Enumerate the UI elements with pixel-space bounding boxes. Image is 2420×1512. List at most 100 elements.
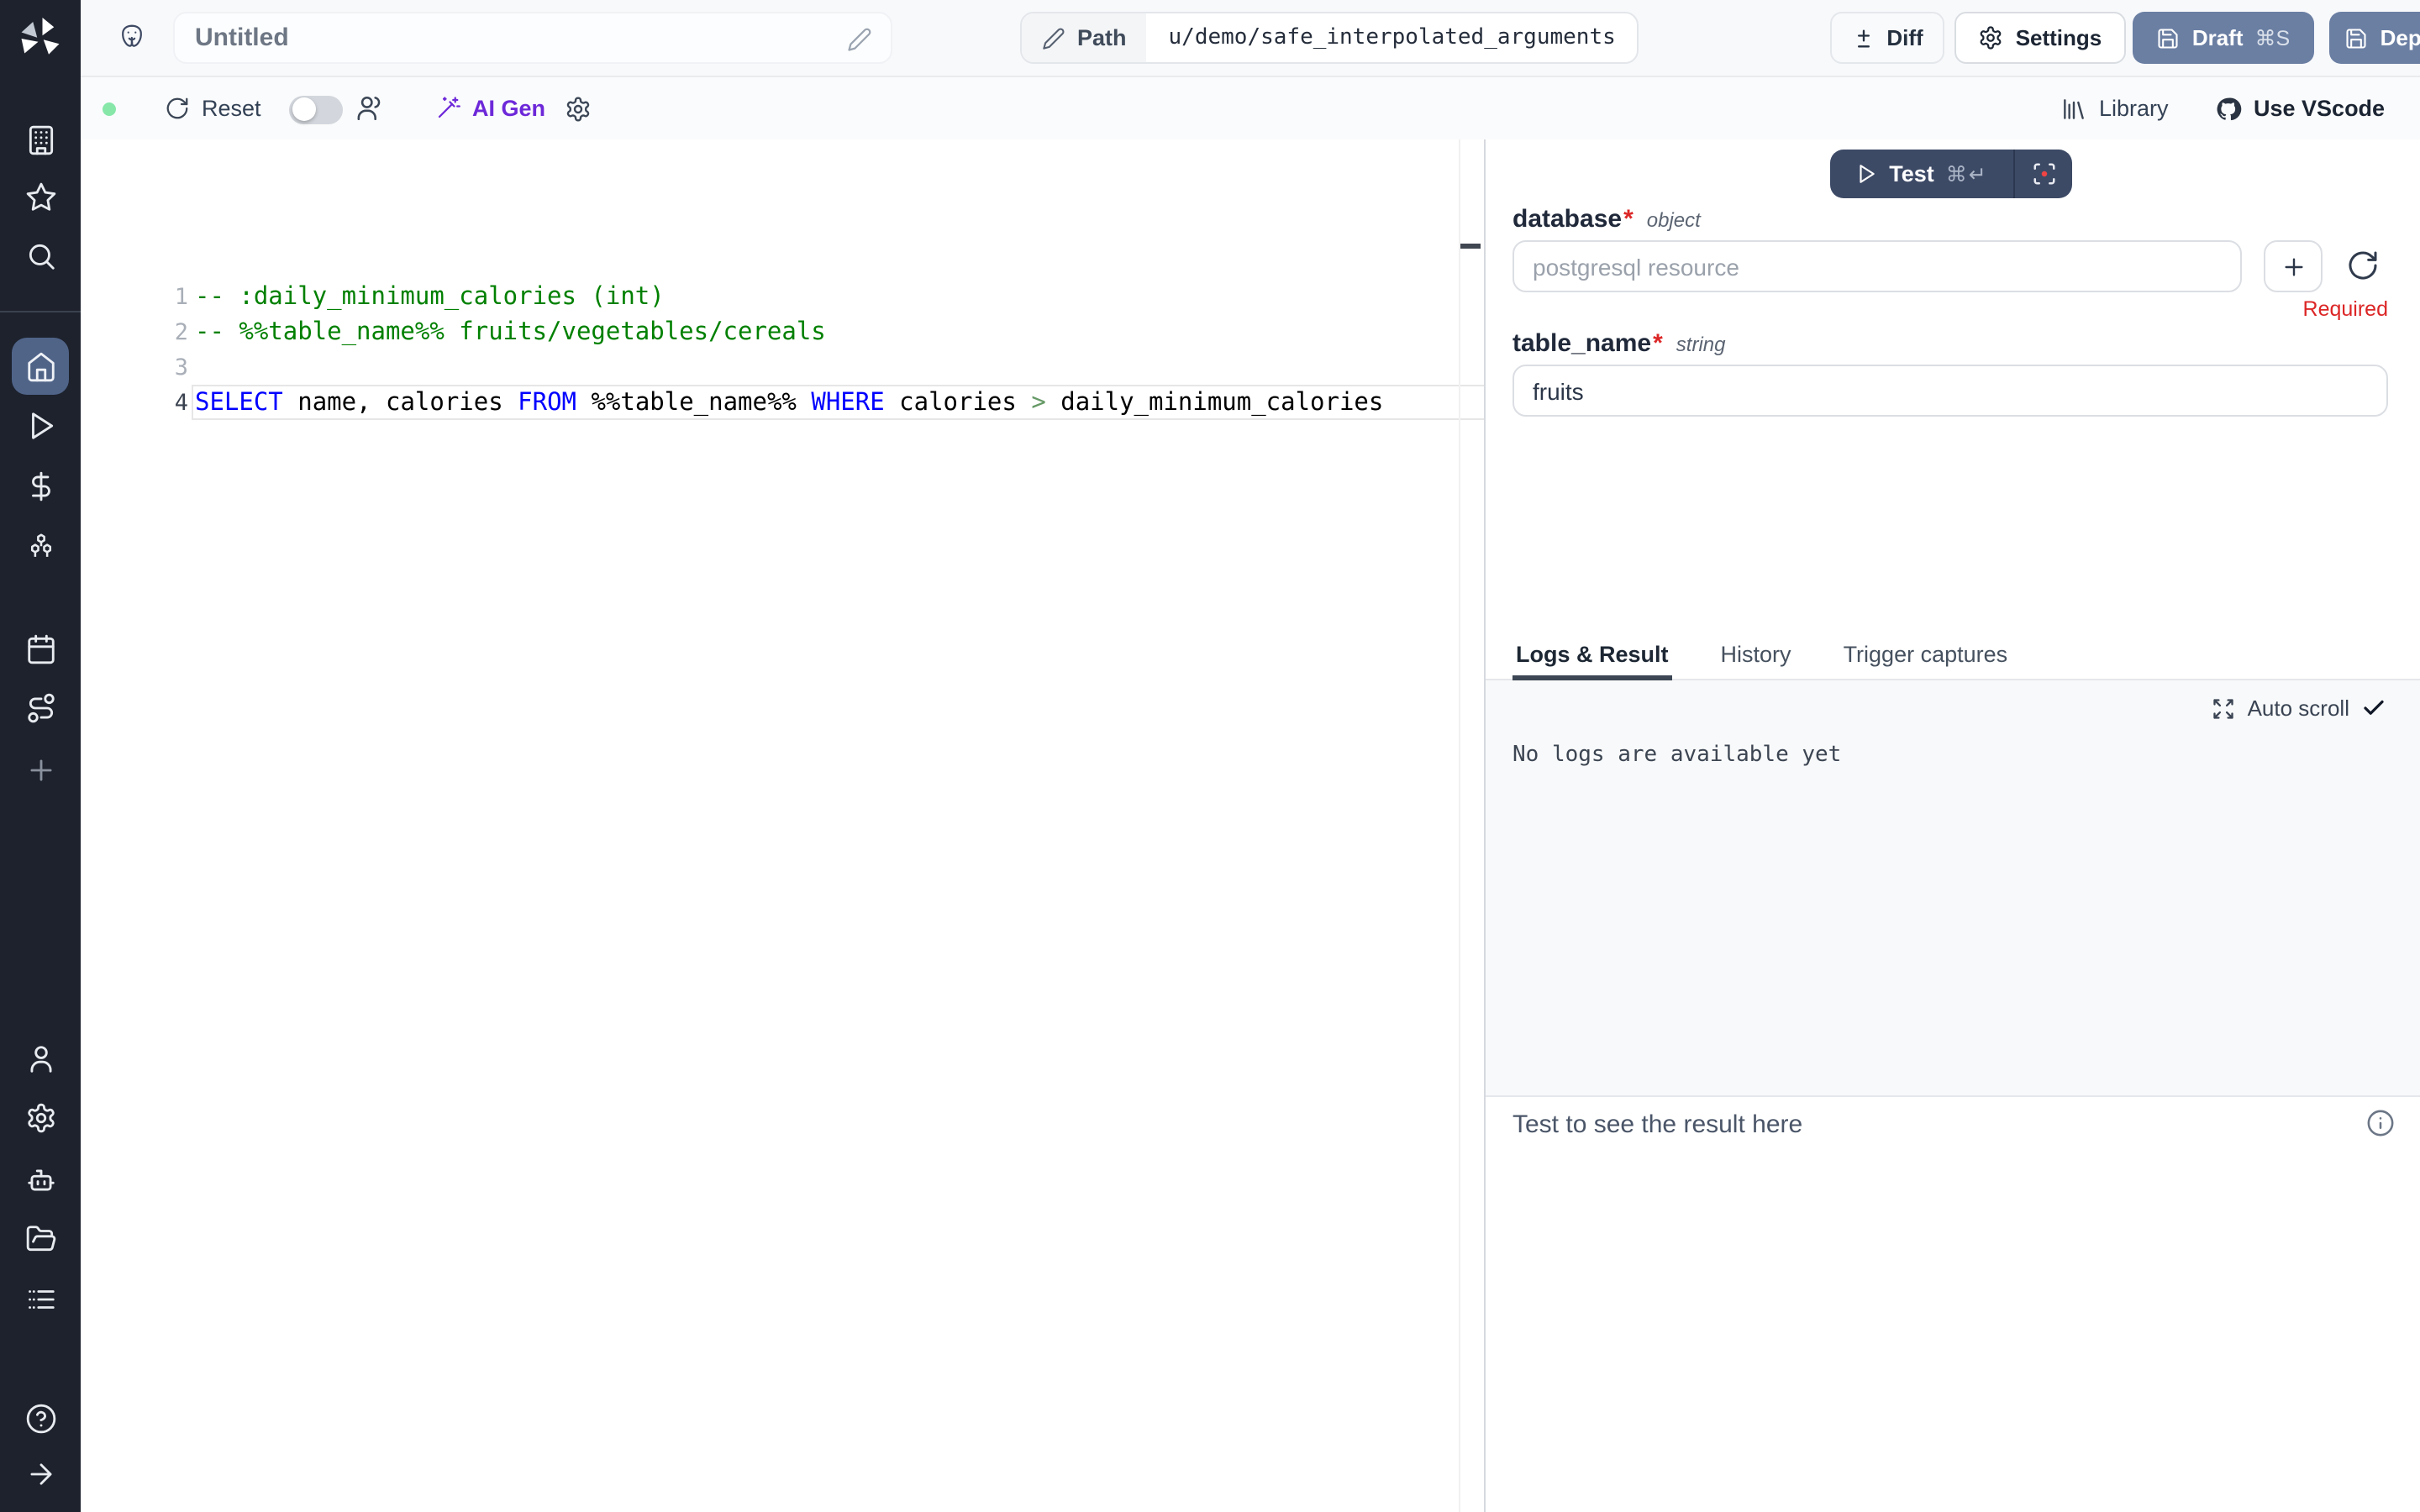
database-input[interactable] — [1512, 240, 2242, 292]
sql-keyword: WHERE — [811, 390, 884, 417]
field-name: table_name — [1512, 329, 1651, 358]
reset-label: Reset — [202, 96, 261, 121]
sidebar-item-settings[interactable] — [0, 1092, 81, 1142]
sql-comment: -- :daily_minimum_calories (int) — [195, 284, 665, 311]
sidebar-item-help[interactable] — [0, 1393, 81, 1443]
pencil-icon[interactable] — [847, 27, 872, 52]
required-hint: Required — [2084, 297, 2388, 321]
test-button[interactable]: Test ⌘↵ — [1830, 150, 2072, 198]
sidebar-item-workers[interactable] — [0, 1154, 81, 1205]
sidebar-item-flows[interactable] — [0, 682, 81, 732]
script-title-field[interactable]: Untitled — [173, 12, 892, 64]
list-icon — [24, 1283, 56, 1315]
line-number: 2 — [151, 316, 188, 351]
star-icon — [24, 181, 56, 213]
tab-logs-result[interactable]: Logs & Result — [1512, 632, 1672, 680]
user-icon — [24, 1042, 56, 1074]
sidebar-item-favorites[interactable] — [0, 171, 81, 222]
sidebar-item-resources[interactable] — [0, 521, 81, 571]
sql-operator: > — [1031, 390, 1045, 417]
refresh-resource-button[interactable] — [2346, 249, 2380, 282]
info-icon[interactable] — [2366, 1109, 2395, 1137]
auto-scroll-toggle[interactable]: Auto scroll — [2202, 694, 2396, 722]
sidebar-item-variables[interactable] — [0, 460, 81, 511]
auto-scroll-label: Auto scroll — [2248, 696, 2349, 721]
field-name: database — [1512, 205, 1622, 234]
sidebar-item-home[interactable] — [12, 338, 69, 395]
editor-scrollbar-track[interactable] — [1459, 139, 1460, 1512]
diff-button[interactable]: Diff — [1830, 12, 1944, 64]
logs-empty-message: No logs are available yet — [1512, 743, 1841, 768]
path-value: u/demo/safe_interpolated_arguments — [1147, 13, 1638, 62]
field-type: string — [1676, 333, 1726, 356]
sidebar-item-search[interactable] — [0, 230, 81, 281]
sql-text: calories — [885, 390, 1032, 417]
use-vscode-button[interactable]: Use VScode — [2205, 77, 2395, 139]
plus-icon — [2280, 253, 2307, 280]
library-label: Library — [2099, 96, 2169, 121]
arrow-right-icon — [24, 1457, 56, 1489]
sidebar-collapse-toggle[interactable] — [0, 1448, 81, 1499]
sidebar-item-folders[interactable] — [0, 1213, 81, 1263]
postgresql-icon — [116, 22, 148, 54]
editor-toolbar: Reset AI Gen Library Use VScode — [81, 77, 2420, 141]
sidebar-item-audit-logs[interactable] — [0, 1273, 81, 1324]
test-shortcut: ⌘↵ — [1946, 161, 1988, 186]
sidebar-item-schedules[interactable] — [0, 623, 81, 674]
tab-trigger-captures[interactable]: Trigger captures — [1840, 632, 2012, 680]
test-button-main: Test ⌘↵ — [1830, 150, 2013, 198]
calendar-icon — [24, 633, 56, 664]
diff-icon — [1851, 26, 1875, 50]
sidebar-item-workspace[interactable] — [0, 114, 81, 165]
draft-label: Draft — [2192, 25, 2244, 50]
sidebar-item-runs[interactable] — [0, 400, 81, 450]
ai-gen-button[interactable]: AI Gen — [425, 77, 555, 139]
play-icon — [24, 409, 56, 441]
deploy-button[interactable]: Deploy — [2329, 12, 2420, 64]
collab-toggle[interactable] — [289, 95, 343, 123]
sidebar-divider — [0, 311, 81, 312]
github-icon — [2215, 95, 2242, 122]
sidebar-item-account[interactable] — [0, 1033, 81, 1084]
tab-history[interactable]: History — [1718, 632, 1795, 680]
code-line-4: SELECT name, calories FROM %%table_name%… — [195, 386, 1383, 422]
draft-button[interactable]: Draft ⌘S — [2133, 12, 2314, 64]
gear-icon — [1979, 25, 2004, 50]
sidebar-item-add[interactable] — [0, 744, 81, 795]
required-asterisk: * — [1623, 205, 1634, 234]
reset-button[interactable]: Reset — [155, 77, 271, 139]
users-icon[interactable] — [356, 77, 385, 139]
sql-text: name, calories — [283, 390, 518, 417]
help-circle-icon — [24, 1402, 56, 1434]
table-name-input[interactable] — [1512, 365, 2388, 417]
save-icon — [2345, 26, 2369, 50]
editor-settings-icon[interactable] — [565, 77, 592, 139]
sql-comment: -- %%table_name%% fruits/vegetables/cere… — [195, 319, 826, 346]
diff-label: Diff — [1886, 25, 1923, 50]
path-label: Path — [1077, 25, 1127, 50]
ai-gen-label: AI Gen — [472, 96, 545, 121]
add-resource-button[interactable] — [2264, 240, 2323, 292]
boxes-icon — [24, 530, 56, 562]
path-field[interactable]: Path u/demo/safe_interpolated_arguments — [1020, 12, 1639, 64]
script-title: Untitled — [195, 24, 289, 52]
code-line-2: -- %%table_name%% fruits/vegetables/cere… — [195, 316, 826, 351]
logs-panel: Auto scroll No logs are available yet — [1486, 680, 2420, 1095]
capture-icon[interactable] — [2015, 150, 2072, 198]
home-icon — [24, 350, 56, 382]
windmill-logo-icon[interactable] — [15, 13, 66, 64]
use-vscode-label: Use VScode — [2254, 96, 2385, 121]
top-bar: Untitled Path u/demo/safe_interpolated_a… — [81, 0, 2420, 77]
toggle-knob — [292, 97, 315, 121]
table-name-field-label: table_name* string — [1512, 329, 1725, 360]
library-button[interactable]: Library — [2050, 77, 2179, 139]
ai-wand-icon — [435, 96, 460, 121]
dollar-icon — [24, 470, 56, 501]
draft-shortcut: ⌘S — [2255, 25, 2291, 50]
settings-button[interactable]: Settings — [1954, 12, 2126, 64]
field-type: object — [1647, 208, 1701, 232]
code-editor[interactable]: 1 2 3 4 -- :daily_minimum_calories (int)… — [81, 139, 1484, 1512]
path-label-group: Path — [1022, 13, 1147, 62]
settings-label: Settings — [2016, 25, 2102, 50]
status-dot — [103, 102, 116, 116]
